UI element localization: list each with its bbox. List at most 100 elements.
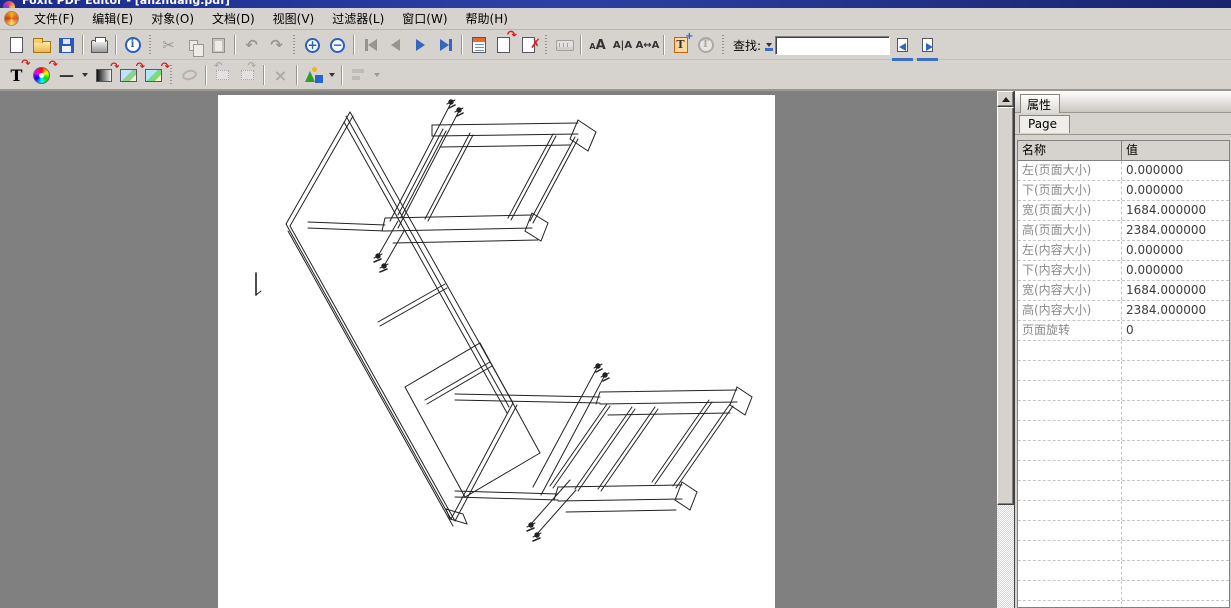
toolbar-drag-handle[interactable]	[147, 35, 154, 55]
property-row-1[interactable]: 下(页面大小)0.000000	[1018, 181, 1229, 201]
empty-grid-row	[1018, 581, 1229, 601]
toolbar-drag-handle[interactable]	[543, 35, 550, 55]
property-row-5[interactable]: 下(内容大小)0.000000	[1018, 261, 1229, 281]
embed-font-button[interactable]: AA	[585, 34, 610, 57]
menu-item-7[interactable]: 帮助(H)	[457, 7, 517, 30]
edit-text-object-button[interactable]: T↷	[4, 64, 29, 87]
delete-page-button[interactable]: ✗	[516, 34, 541, 57]
document-info-button[interactable]: i	[120, 34, 145, 57]
property-row-0[interactable]: 左(页面大小)0.000000	[1018, 161, 1229, 181]
page-layout-button[interactable]	[466, 34, 491, 57]
scrollbar-thumb[interactable]	[997, 107, 1014, 505]
zoom-in-icon: +	[305, 38, 320, 53]
empty-name-cell	[1018, 381, 1122, 400]
previous-page-button[interactable]	[383, 34, 408, 57]
grid-header-name: 名称	[1018, 141, 1122, 160]
paste-button[interactable]	[206, 34, 231, 57]
cut-button[interactable]: ✂	[156, 34, 181, 57]
vertical-scrollbar[interactable]	[997, 91, 1014, 608]
property-value[interactable]: 0	[1122, 321, 1229, 340]
document-icon[interactable]	[4, 11, 19, 26]
property-row-8[interactable]: 页面旋转0	[1018, 321, 1229, 341]
line-dash-style-button[interactable]: —	[54, 64, 79, 87]
menu-item-1[interactable]: 编辑(E)	[83, 7, 142, 30]
zoom-in-button[interactable]: +	[300, 34, 325, 57]
insert-page-button[interactable]: ↷	[491, 34, 516, 57]
rotate-selection-left-button[interactable]: ↶	[210, 64, 235, 87]
property-value[interactable]: 1684.000000	[1122, 201, 1229, 220]
toolbar-drag-handle[interactable]	[291, 35, 298, 55]
property-name: 左(页面大小)	[1018, 161, 1122, 180]
property-value[interactable]: 0.000000	[1122, 181, 1229, 200]
property-row-7[interactable]: 高(内容大小)2384.000000	[1018, 301, 1229, 321]
save-document-button[interactable]	[54, 34, 79, 57]
replace-image-icon: ↷	[145, 69, 162, 82]
property-row-4[interactable]: 左(内容大小)0.000000	[1018, 241, 1229, 261]
rotate-selection-right-button[interactable]: ↷	[235, 64, 260, 87]
empty-grid-row	[1018, 361, 1229, 381]
align-objects-icon	[352, 68, 365, 82]
empty-name-cell	[1018, 481, 1122, 500]
print-button[interactable]	[87, 34, 112, 57]
zoom-out-button[interactable]: −	[325, 34, 350, 57]
property-value[interactable]: 0.000000	[1122, 241, 1229, 260]
last-page-icon	[440, 39, 452, 51]
edit-shading-button[interactable]: ↷	[91, 64, 116, 87]
insert-shapes-dropdown-icon[interactable]	[326, 73, 338, 77]
menu-item-5[interactable]: 过滤器(L)	[323, 7, 393, 30]
line-dash-style-icon: —	[59, 66, 74, 84]
property-value[interactable]: 1684.000000	[1122, 281, 1229, 300]
toolbar-drag-handle[interactable]	[720, 35, 727, 55]
undo-button[interactable]: ↶	[239, 34, 264, 57]
next-page-button[interactable]	[408, 34, 433, 57]
property-name: 宽(内容大小)	[1018, 281, 1122, 300]
find-history-dropdown-icon[interactable]	[763, 43, 775, 47]
empty-value-cell	[1122, 541, 1229, 560]
add-text-button[interactable]: T+	[668, 34, 693, 57]
menu-item-0[interactable]: 文件(F)	[25, 7, 83, 30]
tab-page[interactable]: Page	[1019, 115, 1070, 133]
delete-object-button[interactable]: ×	[268, 64, 293, 87]
text-circle-button[interactable]: T	[693, 34, 718, 57]
replace-image-button[interactable]: ↷	[141, 64, 166, 87]
properties-grid: 名称 值 左(页面大小)0.000000下(页面大小)0.000000宽(页面大…	[1017, 140, 1230, 608]
empty-value-cell	[1122, 501, 1229, 520]
align-dropdown-icon[interactable]	[371, 73, 383, 77]
property-value[interactable]: 0.000000	[1122, 161, 1229, 180]
find-previous-button[interactable]	[890, 34, 915, 57]
find-next-button[interactable]	[915, 34, 940, 57]
menu-item-6[interactable]: 窗口(W)	[393, 7, 456, 30]
menu-item-2[interactable]: 对象(O)	[142, 7, 203, 30]
virtual-keyboard-button[interactable]	[552, 34, 577, 57]
edit-image-button[interactable]: ↷	[116, 64, 141, 87]
empty-name-cell	[1018, 401, 1122, 420]
select-object-button[interactable]	[177, 64, 202, 87]
open-document-button[interactable]	[29, 34, 54, 57]
align-objects-button[interactable]	[346, 64, 371, 87]
line-dash-dropdown-icon[interactable]	[79, 73, 91, 77]
property-row-6[interactable]: 宽(内容大小)1684.000000	[1018, 281, 1229, 301]
insert-shapes-button[interactable]	[301, 64, 326, 87]
toolbar-separator	[82, 35, 84, 55]
property-value[interactable]: 0.000000	[1122, 261, 1229, 280]
pdf-page[interactable]	[218, 95, 775, 608]
find-input[interactable]	[775, 36, 890, 55]
char-spacing-button[interactable]: A|A	[610, 34, 635, 57]
scroll-up-button[interactable]	[997, 91, 1014, 107]
properties-tab[interactable]: 属性	[1020, 94, 1060, 115]
copy-button[interactable]	[181, 34, 206, 57]
char-scale-button[interactable]: A↔A	[635, 34, 660, 57]
menu-item-3[interactable]: 文档(D)	[203, 7, 264, 30]
property-row-3[interactable]: 高(页面大小)2384.000000	[1018, 221, 1229, 241]
last-page-button[interactable]	[433, 34, 458, 57]
property-row-2[interactable]: 宽(页面大小)1684.000000	[1018, 201, 1229, 221]
edit-color-button[interactable]: ↷	[29, 64, 54, 87]
toolbar-separator	[205, 65, 207, 85]
document-workspace[interactable]	[0, 91, 997, 608]
redo-button[interactable]: ↷	[264, 34, 289, 57]
menu-item-4[interactable]: 视图(V)	[264, 7, 324, 30]
property-value[interactable]: 2384.000000	[1122, 221, 1229, 240]
property-value[interactable]: 2384.000000	[1122, 301, 1229, 320]
first-page-button[interactable]	[358, 34, 383, 57]
new-document-button[interactable]	[4, 34, 29, 57]
